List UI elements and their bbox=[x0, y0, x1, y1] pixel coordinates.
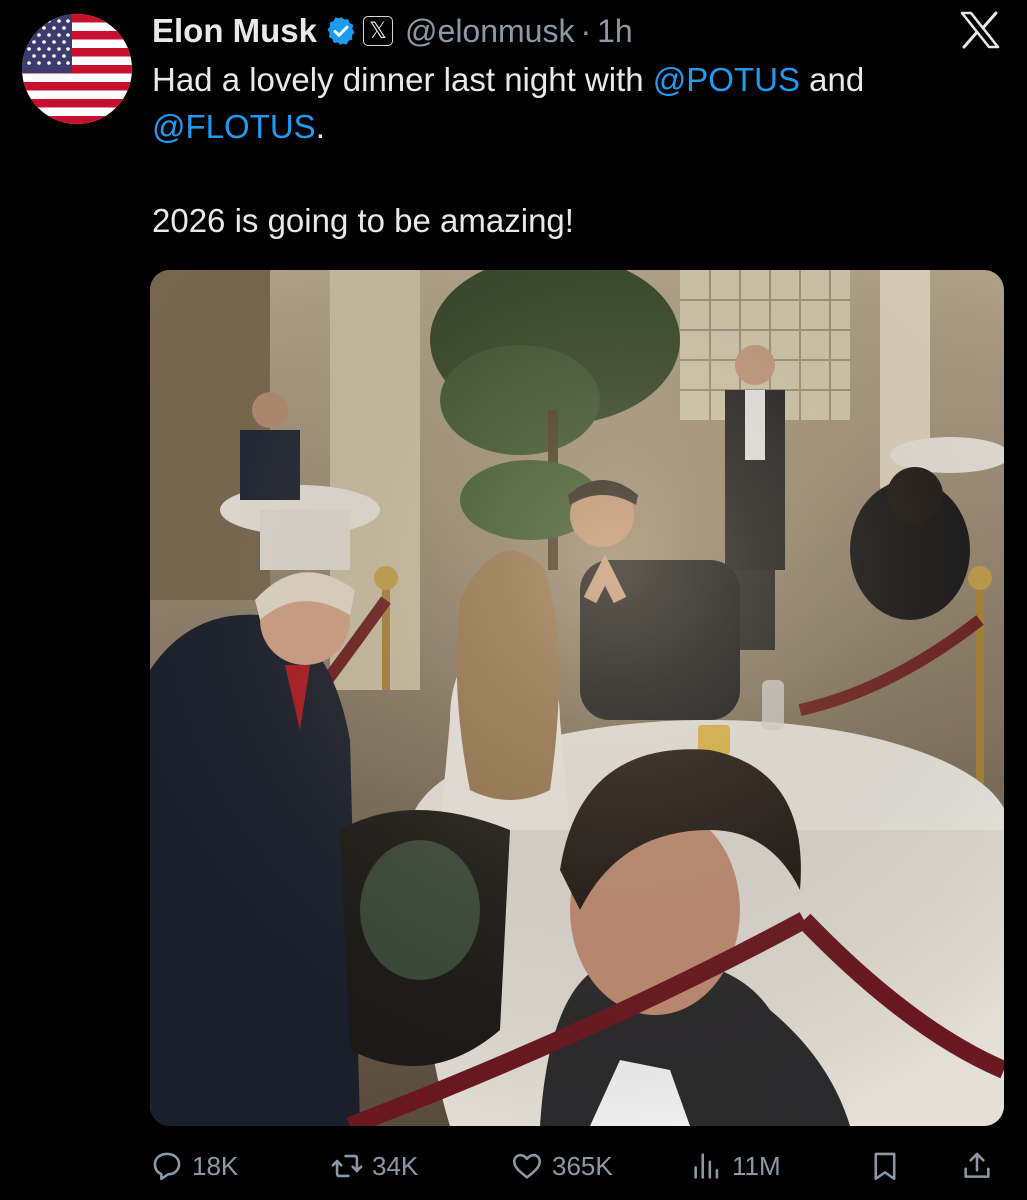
repost-button[interactable]: 34K bbox=[330, 1143, 418, 1189]
dinner-photo bbox=[150, 270, 1004, 1126]
like-button[interactable]: 365K bbox=[510, 1143, 613, 1189]
mention-flotus[interactable]: @FLOTUS bbox=[152, 108, 316, 145]
x-logo-icon[interactable] bbox=[959, 10, 1001, 50]
tweet-text-line-3: 2026 is going to be amazing! bbox=[152, 202, 574, 239]
bookmark-icon bbox=[874, 1152, 896, 1181]
author-avatar[interactable] bbox=[22, 14, 132, 124]
reply-icon bbox=[153, 1152, 181, 1181]
heart-icon bbox=[512, 1153, 542, 1179]
header-separator: · bbox=[580, 12, 592, 49]
repost-icon bbox=[331, 1154, 363, 1178]
author-name[interactable]: Elon Musk bbox=[152, 12, 317, 50]
views-icon bbox=[694, 1153, 719, 1179]
tweet-text: Had a lovely dinner last night with @POT… bbox=[152, 56, 992, 244]
share-button[interactable] bbox=[960, 1143, 994, 1189]
tweet-text-line-2: @FLOTUS. bbox=[152, 108, 325, 145]
share-icon bbox=[964, 1152, 990, 1178]
views-button[interactable]: 11M bbox=[690, 1143, 781, 1189]
views-count: 11M bbox=[732, 1150, 781, 1181]
tweet-timestamp[interactable]: 1h bbox=[597, 13, 633, 50]
tweet-actions: 18K 34K 365K 11M bbox=[150, 1143, 1010, 1189]
reply-button[interactable]: 18K bbox=[150, 1143, 238, 1189]
tweet-header: Elon Musk 𝕏 @elonmusk · 1h bbox=[152, 8, 633, 54]
repost-count: 34K bbox=[372, 1150, 419, 1181]
tweet-photo[interactable] bbox=[150, 270, 1004, 1126]
mention-potus[interactable]: @POTUS bbox=[653, 61, 800, 98]
reply-count: 18K bbox=[192, 1150, 239, 1181]
bookmark-button[interactable] bbox=[868, 1143, 902, 1189]
us-flag-icon bbox=[22, 14, 132, 124]
verified-badge-icon[interactable] bbox=[325, 15, 357, 47]
affiliate-x-badge[interactable]: 𝕏 bbox=[363, 16, 394, 46]
tweet-text-line-1: Had a lovely dinner last night with @POT… bbox=[152, 61, 865, 98]
like-count: 365K bbox=[552, 1150, 613, 1181]
author-handle[interactable]: @elonmusk bbox=[405, 13, 574, 50]
